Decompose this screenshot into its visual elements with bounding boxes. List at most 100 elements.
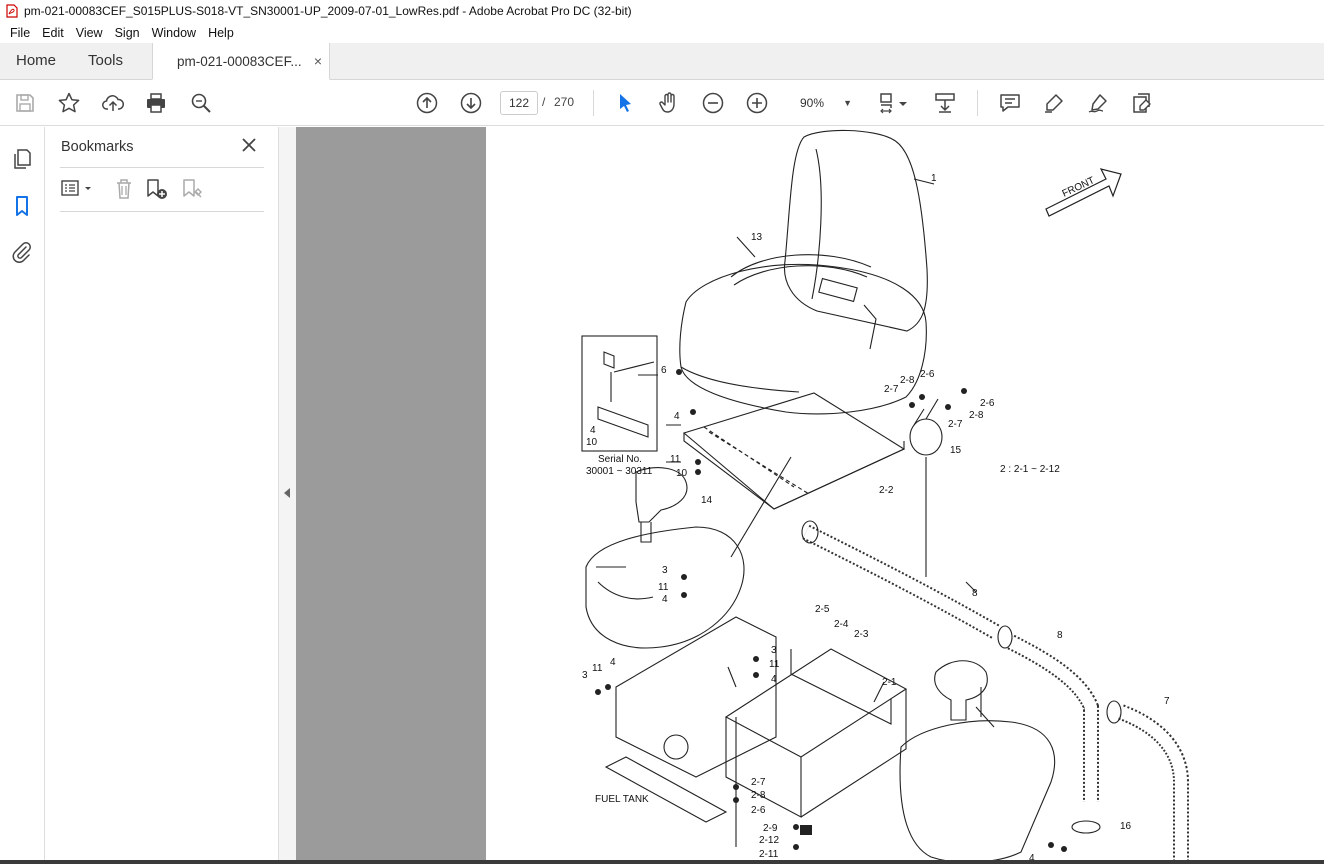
- group-note: 2 : 2-1 ~ 2-12: [1000, 464, 1060, 475]
- parts-diagram: FRONT Serial No. 30001 ~ 30311 2 : 2-1 ~…: [581, 129, 1189, 864]
- menu-edit[interactable]: Edit: [36, 24, 70, 42]
- tab-document-label: pm-021-00083CEF...: [177, 53, 302, 69]
- callout: 2-6: [920, 369, 935, 380]
- callout: 4: [674, 411, 680, 422]
- zoom-value: 90%: [800, 96, 825, 110]
- star-icon[interactable]: [56, 90, 82, 116]
- callout: 2-4: [834, 619, 849, 630]
- seat-plate: [682, 392, 906, 510]
- panel-splitter[interactable]: [278, 127, 296, 864]
- menu-file[interactable]: File: [4, 24, 36, 42]
- menu-sign[interactable]: Sign: [109, 24, 146, 42]
- callout: 2-8: [969, 410, 984, 421]
- page-separator: /: [542, 95, 546, 109]
- scroll-mode-icon[interactable]: [932, 90, 958, 116]
- callout: 4: [662, 594, 668, 605]
- print-icon[interactable]: [143, 90, 169, 116]
- callout: 2-7: [884, 384, 899, 395]
- search-zoom-icon[interactable]: [188, 90, 214, 116]
- callout: 1: [931, 173, 937, 184]
- toolbar-divider: [593, 90, 594, 116]
- menu-view[interactable]: View: [70, 24, 109, 42]
- callout: 11: [658, 582, 669, 593]
- page-up-icon[interactable]: [414, 90, 440, 116]
- comment-icon[interactable]: [997, 90, 1023, 116]
- callout: 3: [662, 565, 668, 576]
- callout: 11: [769, 659, 780, 670]
- menu-help[interactable]: Help: [202, 24, 240, 42]
- bookmarks-title: Bookmarks: [61, 139, 134, 155]
- callout: 2-7: [948, 419, 963, 430]
- callout: 7: [1164, 696, 1170, 707]
- bookmarks-panel: Bookmarks: [46, 127, 278, 864]
- taskbar-edge: [0, 860, 1324, 864]
- tab-tools[interactable]: Tools: [88, 43, 123, 79]
- callout: 11: [670, 454, 681, 465]
- zoom-out-icon[interactable]: [700, 90, 726, 116]
- left-navigation-rail: [0, 127, 45, 864]
- fuel-tank-label: FUEL TANK: [595, 794, 649, 805]
- options-menu-icon[interactable]: [60, 177, 96, 201]
- callout: 2-6: [980, 398, 995, 409]
- window-titlebar: pm-021-00083CEF_S015PLUS-S018-VT_SN30001…: [0, 0, 1324, 22]
- callout: 14: [701, 495, 713, 506]
- tab-document[interactable]: pm-021-00083CEF... ×: [152, 43, 330, 80]
- pages-icon[interactable]: [10, 147, 34, 171]
- callout: 13: [751, 232, 763, 243]
- page-number-input[interactable]: 122: [500, 91, 538, 115]
- right-console: [899, 720, 1056, 863]
- close-tab-icon[interactable]: ×: [314, 53, 322, 69]
- bookmark-properties-icon[interactable]: [181, 177, 205, 201]
- callout: 4: [590, 425, 596, 436]
- new-bookmark-icon[interactable]: [145, 177, 169, 201]
- page-down-icon[interactable]: [458, 90, 484, 116]
- callout: 2-5: [815, 604, 830, 615]
- highlight-icon[interactable]: [1041, 90, 1067, 116]
- callout: 8: [972, 588, 978, 599]
- seat-frame: [724, 648, 908, 758]
- callout: 11: [592, 663, 603, 674]
- tab-home[interactable]: Home: [16, 43, 56, 79]
- callout: 6: [661, 365, 667, 376]
- select-arrow-icon[interactable]: [612, 90, 638, 116]
- divider: [60, 167, 264, 168]
- callout: 4: [610, 657, 616, 668]
- divider: [60, 211, 264, 212]
- chevron-down-icon: ▼: [843, 98, 852, 108]
- callout: 8: [1057, 630, 1063, 641]
- callout: 2-3: [854, 629, 869, 640]
- fit-menu-chevron-icon[interactable]: [896, 90, 910, 116]
- callout: 10: [586, 437, 598, 448]
- edit-icon[interactable]: [1129, 90, 1155, 116]
- front-label: FRONT: [1061, 175, 1097, 200]
- attachment-icon[interactable]: [10, 240, 34, 264]
- callout: 4: [771, 674, 777, 685]
- collapse-panel-icon[interactable]: [284, 488, 290, 498]
- upload-icon[interactable]: [100, 90, 126, 116]
- callout: 2-11: [759, 849, 779, 860]
- menu-window[interactable]: Window: [146, 24, 202, 42]
- front-arrow: [1045, 168, 1122, 217]
- serial-label: Serial No.: [598, 454, 642, 465]
- page-total: 270: [554, 95, 575, 109]
- zoom-select[interactable]: 90% ▼: [790, 91, 856, 115]
- callout: 2-9: [763, 823, 778, 834]
- tab-bar: Home Tools pm-021-00083CEF... ×: [0, 43, 1324, 80]
- callout: 2-8: [751, 790, 766, 801]
- callout: 2-6: [751, 805, 766, 816]
- menu-bar: File Edit View Sign Window Help: [0, 22, 1324, 43]
- window-title: pm-021-00083CEF_S015PLUS-S018-VT_SN30001…: [24, 4, 632, 18]
- save-icon[interactable]: [12, 90, 38, 116]
- zoom-in-icon[interactable]: [744, 90, 770, 116]
- close-icon[interactable]: [240, 136, 258, 154]
- callout: 2-2: [879, 485, 894, 496]
- toolbar-divider: [977, 90, 978, 116]
- bookmark-icon[interactable]: [10, 194, 34, 218]
- callout: 2-7: [751, 777, 766, 788]
- hand-icon[interactable]: [656, 90, 682, 116]
- callout: 15: [950, 445, 962, 456]
- callout: 3: [582, 670, 588, 681]
- sign-icon[interactable]: [1085, 90, 1111, 116]
- delete-bookmark-icon[interactable]: [112, 177, 136, 201]
- pdf-page[interactable]: FRONT Serial No. 30001 ~ 30311 2 : 2-1 ~…: [486, 127, 1324, 864]
